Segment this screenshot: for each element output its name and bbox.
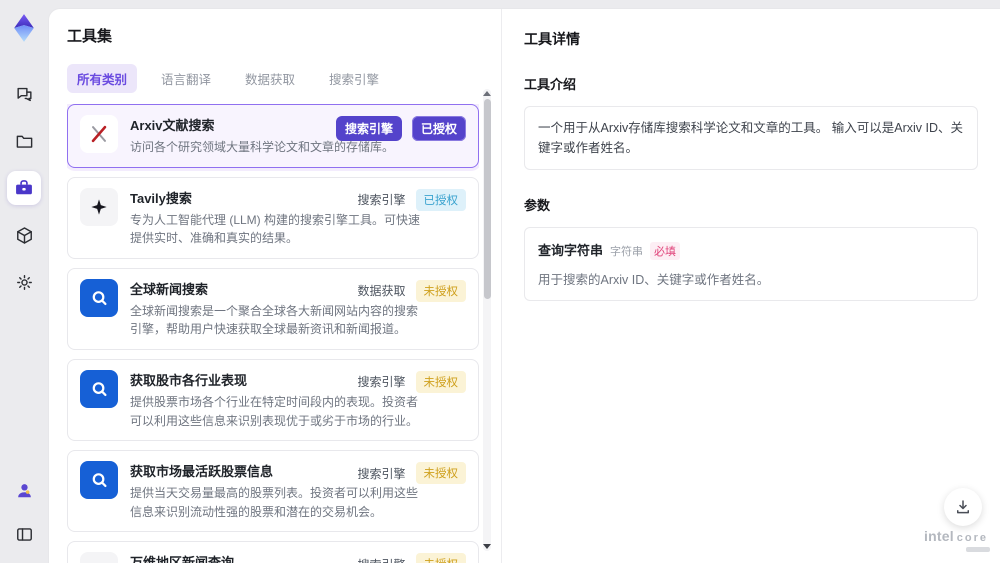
- toolbox-icon: [14, 178, 34, 198]
- tool-category-tag: 搜索引擎: [357, 466, 406, 481]
- core-brand-text: core: [956, 532, 989, 544]
- scroll-down-arrow-icon[interactable]: [483, 544, 491, 549]
- sidebar-item-cube[interactable]: [7, 218, 41, 252]
- auth-status-badge: 已授权: [411, 116, 466, 141]
- tool-name: 获取股市各行业表现: [130, 372, 248, 388]
- tool-cards-list: Arxiv文献搜索 访问各个研究领域大量科学论文和文章的存储库。 搜索引擎 已授权 Ta…: [67, 104, 479, 563]
- stock-icon: [80, 369, 118, 408]
- tool-category-tag: 搜索引擎: [357, 556, 405, 563]
- gear-icon: [15, 273, 34, 292]
- tab-category-2[interactable]: 数据获取: [235, 64, 305, 93]
- tool-card[interactable]: 获取股市各行业表现提供股票市场各个行业在特定时间段内的表现。投资者可以利用这些信…: [67, 358, 479, 442]
- tool-tags: 搜索引擎未授权: [357, 370, 466, 393]
- scrollbar-thumb[interactable]: [483, 99, 491, 299]
- tool-description: 提供股票市场各个行业在特定时间段内的表现。投资者可以利用这些信息来识别表现优于或…: [130, 394, 419, 428]
- tool-intro-text: 一个用于从Arxiv存储库搜索科学论文和文章的工具。 输入可以是Arxiv ID…: [524, 106, 978, 170]
- sidebar-item-user[interactable]: [7, 473, 41, 507]
- tool-card[interactable]: Tavily搜索专为人工智能代理 (LLM) 构建的搜索引擎工具。可快速提供实时…: [67, 176, 479, 259]
- auth-status-badge: 未授权: [415, 553, 466, 563]
- param-required-badge: 必填: [650, 242, 681, 260]
- list-scrollbar[interactable]: [483, 89, 491, 551]
- details-title: 工具详情: [524, 31, 580, 47]
- tool-name: Tavily搜索: [130, 190, 192, 206]
- tool-description: 提供当天交易量最高的股票列表。投资者可以利用这些信息来识别流动性强的股票和潜在的…: [130, 486, 419, 519]
- tab-category-3[interactable]: 搜索引擎: [319, 64, 389, 93]
- sidebar-item-tools[interactable]: [7, 171, 41, 205]
- auth-status-badge: 未授权: [415, 370, 466, 393]
- intel-core-brand: intel core: [924, 529, 990, 552]
- download-button[interactable]: [944, 488, 982, 526]
- tool-details-panel: 工具详情 工具介绍 一个用于从Arxiv存储库搜索科学论文和文章的工具。 输入可…: [501, 9, 1000, 563]
- tool-card[interactable]: 万维地区新闻查询查询具体行政区划内的新闻，快速了解各地新闻动搜索引擎未授权: [67, 541, 479, 563]
- tool-tags: 搜索引擎 已授权: [335, 116, 466, 141]
- tab-category-1[interactable]: 语言翻译: [151, 64, 221, 93]
- newspaper-icon: [80, 552, 118, 563]
- intro-heading: 工具介绍: [524, 77, 577, 92]
- tool-card[interactable]: Arxiv文献搜索 访问各个研究领域大量科学论文和文章的存储库。 搜索引擎 已授权: [67, 104, 479, 168]
- auth-status-badge: 未授权: [415, 462, 466, 485]
- category-tabs: 所有类别 语言翻译 数据获取 搜索引擎: [67, 64, 501, 93]
- sidebar-item-panel-toggle[interactable]: [7, 517, 41, 551]
- param-name: 查询字符串: [538, 243, 604, 258]
- auth-status-badge: 已授权: [415, 188, 466, 211]
- main-surface: 工具集 所有类别 语言翻译 数据获取 搜索引擎 Arxiv文献搜索 访问各个研究领域大量…: [48, 8, 1000, 563]
- param-description: 用于搜索的Arxiv ID、关键字或作者姓名。: [538, 273, 770, 287]
- tool-tags: 搜索引擎 已授权: [357, 188, 466, 211]
- auth-status-badge: 未授权: [415, 279, 466, 302]
- globalnews-icon: [80, 278, 118, 317]
- app-logo-diamond-icon[interactable]: [8, 11, 40, 45]
- chat-icon: [15, 85, 34, 104]
- tool-category-tag: 数据获取: [357, 284, 406, 299]
- tavily-icon: [80, 187, 118, 226]
- sidebar-item-folder[interactable]: [7, 124, 41, 158]
- intel-brand-text: intel: [924, 528, 954, 544]
- sidebar-item-chat[interactable]: [7, 77, 41, 111]
- page-title: 工具集: [67, 28, 113, 45]
- tool-category-tag: 搜索引擎: [335, 116, 402, 141]
- tool-description: 专为人工智能代理 (LLM) 构建的搜索引擎工具。可快速提供实时、准确和真实的结…: [130, 212, 421, 246]
- params-list: 查询字符串 字符串 必填用于搜索的Arxiv ID、关键字或作者姓名。: [524, 227, 978, 301]
- tool-tags: 数据获取 未授权: [357, 279, 466, 302]
- user-avatar-icon: [15, 481, 34, 500]
- tool-category-tag: 搜索引擎: [357, 193, 406, 208]
- stock-icon: [80, 461, 118, 500]
- tool-name: Arxiv文献搜索: [130, 118, 215, 133]
- tool-name: 全球新闻搜索: [130, 281, 209, 297]
- tool-tags: 搜索引擎 未授权: [357, 553, 466, 563]
- tab-category-0[interactable]: 所有类别: [67, 64, 138, 93]
- sidebar-nav: [7, 77, 41, 299]
- cube-icon: [15, 226, 34, 245]
- sidebar-bottom: [7, 473, 41, 551]
- sidebar-item-settings[interactable]: [7, 265, 41, 299]
- tool-card[interactable]: 全球新闻搜索全球新闻搜索是一个聚合全球各大新闻网站内容的搜索引擎，帮助用户快速获…: [67, 267, 479, 350]
- sidebar: [0, 0, 48, 563]
- tool-tags: 搜索引擎未授权: [357, 462, 466, 485]
- tool-card[interactable]: 获取市场最活跃股票信息提供当天交易量最高的股票列表。投资者可以利用这些信息来识别…: [67, 450, 479, 533]
- tool-description: 全球新闻搜索是一个聚合全球各大新闻网站内容的搜索引擎，帮助用户快速获取全球最新资…: [130, 303, 419, 337]
- params-heading: 参数: [524, 198, 551, 213]
- arxiv-icon: [80, 115, 118, 153]
- folder-icon: [15, 132, 34, 151]
- panel-toggle-icon: [15, 525, 34, 544]
- tool-list-panel: 工具集 所有类别 语言翻译 数据获取 搜索引擎 Arxiv文献搜索 访问各个研究领域大量…: [49, 9, 501, 563]
- tool-category-tag: 搜索引擎: [357, 375, 406, 390]
- param-type: 字符串: [610, 246, 644, 258]
- tool-name: 获取市场最活跃股票信息: [130, 464, 274, 480]
- parameter-item: 查询字符串 字符串 必填用于搜索的Arxiv ID、关键字或作者姓名。: [524, 227, 978, 301]
- intel-brand-sub-badge: [966, 547, 990, 552]
- tool-name: 万维地区新闻查询: [130, 555, 235, 563]
- scroll-up-arrow-icon[interactable]: [483, 91, 491, 96]
- download-icon: [954, 498, 972, 516]
